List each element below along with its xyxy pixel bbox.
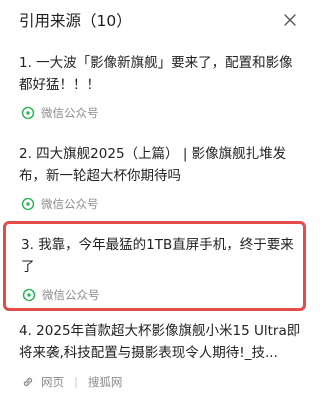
reference-source: 网页 | 搜狐网 (21, 373, 122, 391)
reference-source: 微信公众号 (21, 195, 99, 213)
panel-title: 引用来源（10） (19, 12, 132, 30)
link-icon (23, 377, 33, 387)
reference-item-highlighted[interactable]: 3. 我靠，今年最猛的1TB直屏手机，终于要来了 微信公众号 (3, 221, 306, 311)
source-label: 微信公众号 (41, 106, 99, 120)
reference-title[interactable]: 2. 四大旗舰2025（上篇） | 影像旗舰扎堆发布，新一轮超大杯你期待吗 (19, 143, 301, 187)
reference-source: 微信公众号 (21, 104, 99, 122)
source-separator: | (74, 375, 78, 389)
reference-item[interactable]: 4. 2025年首款超大杯影像旗舰小米15 Ultra即将来袭,科技配置与摄影表… (4, 320, 305, 400)
reference-title[interactable]: 4. 2025年首款超大杯影像旗舰小米15 Ultra即将来袭,科技配置与摄影表… (19, 320, 301, 364)
reference-title[interactable]: 3. 我靠，今年最猛的1TB直屏手机，终于要来了 (21, 234, 303, 278)
wechat-channel-icon (21, 197, 35, 211)
wechat-channel-icon (21, 106, 35, 120)
wechat-channel-icon (22, 288, 36, 302)
reference-title[interactable]: 1. 一大波「影像新旗舰」要来了，配置和影像都好猛！！！ (19, 52, 301, 96)
close-icon[interactable] (280, 10, 300, 30)
reference-source: 微信公众号 (22, 286, 100, 304)
panel-header: 引用来源（10） (0, 0, 309, 38)
source-label: 微信公众号 (41, 197, 99, 211)
reference-item[interactable]: 1. 一大波「影像新旗舰」要来了，配置和影像都好猛！！！ 微信公众号 (4, 52, 305, 128)
reference-item[interactable]: 2. 四大旗舰2025（上篇） | 影像旗舰扎堆发布，新一轮超大杯你期待吗 微信… (4, 143, 305, 219)
source-site: 搜狐网 (87, 375, 123, 389)
source-label: 微信公众号 (42, 288, 100, 302)
source-label: 网页 (41, 375, 64, 389)
